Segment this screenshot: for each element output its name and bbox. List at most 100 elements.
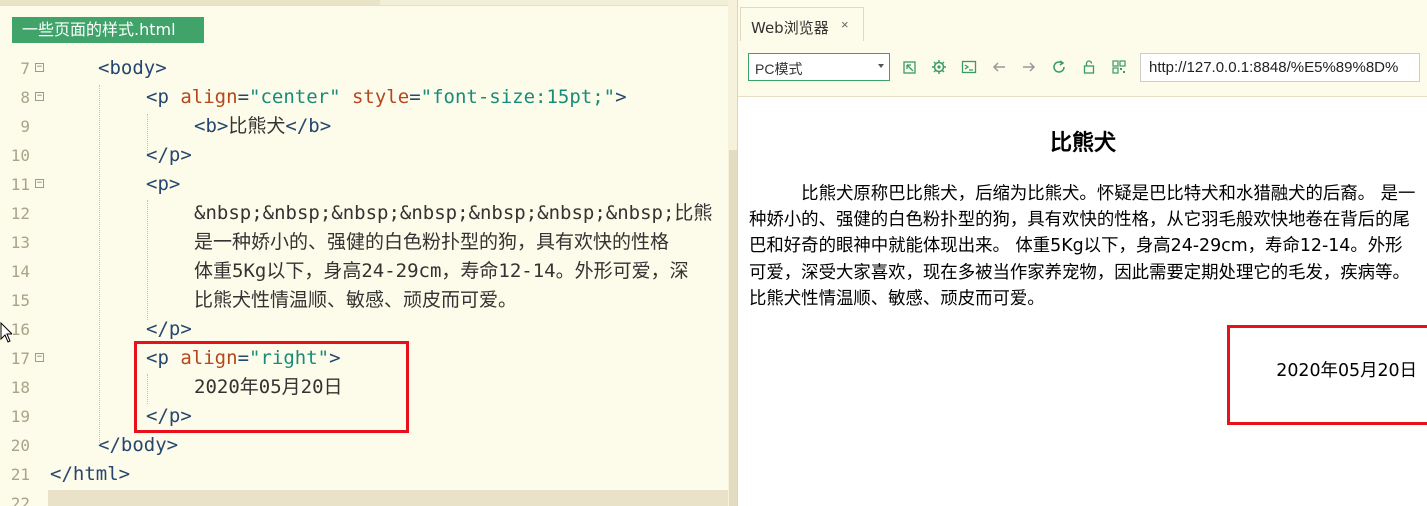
code-token: b — [308, 115, 320, 137]
line-number: 17 — [10, 349, 30, 368]
code-line[interactable]: 7− <body> — [0, 54, 730, 83]
code-editor[interactable]: 一些页面的样式.html 7− <body> 8− <p align="center"… — [0, 0, 737, 506]
code-line[interactable]: 21 </html> — [0, 460, 730, 489]
code-text: <body> — [98, 54, 167, 83]
code-line[interactable]: 20 </body> — [0, 431, 730, 460]
indent-guide — [99, 85, 100, 445]
url-input[interactable]: http://127.0.0.1:8848/%E5%89%8D% — [1140, 53, 1420, 82]
line-number: 22 — [10, 494, 30, 506]
code-token: > — [155, 57, 167, 79]
code-line[interactable]: 14 体重5Kg以下，身高24-29cm，寿命12-14。外形可爱，深 — [0, 257, 730, 286]
browser-tab-label: Web浏览器 — [751, 19, 829, 37]
line-number: 15 — [10, 291, 30, 310]
code-text: 是一种娇小的、强健的白色粉扑型的狗，具有欢快的性格 — [194, 228, 669, 257]
code-token: > — [166, 434, 179, 456]
code-text: </p> — [146, 315, 192, 344]
code-token: < — [194, 115, 206, 137]
web-browser-panel: Web浏览器 × PC模式 http://127.0.0.1:8848/%E5%… — [737, 0, 1427, 506]
code-token: html — [72, 463, 119, 485]
lock-icon[interactable] — [1081, 59, 1097, 75]
page-paragraph: 比熊犬原称巴比熊犬，后缩为比熊犬。怀疑是巴比特犬和水猎融犬的后裔。 是一种娇小的… — [749, 184, 1416, 309]
code-line[interactable]: 10 </p> — [0, 141, 730, 170]
code-token: p — [168, 144, 181, 166]
forward-icon[interactable] — [1021, 59, 1037, 75]
code-text: <b>比熊犬</b> — [194, 112, 331, 141]
editor-top-strip — [0, 0, 737, 6]
code-line[interactable]: 16 </p> — [0, 315, 730, 344]
console-icon[interactable] — [961, 59, 977, 75]
code-token: </ — [146, 318, 169, 340]
code-text: 体重5Kg以下，身高24-29cm，寿命12-14。外形可爱，深 — [194, 257, 689, 286]
fold-toggle-icon[interactable]: − — [35, 353, 44, 362]
code-token: </ — [50, 463, 73, 485]
code-token: > — [615, 86, 627, 108]
code-token: "center" — [249, 86, 341, 108]
indent-guide — [147, 200, 148, 320]
code-token: </ — [285, 115, 309, 137]
code-token: 是一种娇小的、强健的白色粉扑型的狗，具有欢快的性格 — [194, 231, 670, 253]
code-token: align — [180, 86, 238, 108]
code-token: < — [146, 86, 158, 108]
mode-select[interactable]: PC模式 — [748, 53, 890, 81]
code-line[interactable]: 13 是一种娇小的、强健的白色粉扑型的狗，具有欢快的性格 — [0, 228, 730, 257]
line-number: 14 — [10, 262, 30, 281]
code-line[interactable]: 9 <b>比熊犬</b> — [0, 112, 730, 141]
vertical-scrollbar-thumb[interactable] — [729, 150, 737, 506]
code-token: < — [98, 57, 110, 79]
code-text: <p align="center" style="font-size:15pt;… — [146, 83, 627, 112]
code-line[interactable]: 12 &nbsp;&nbsp;&nbsp;&nbsp;&nbsp;&nbsp;&n… — [0, 199, 730, 228]
code-line[interactable]: 15 比熊犬性情温顺、敏感、顽皮而可爱。 — [0, 286, 730, 315]
fold-toggle-icon[interactable]: − — [35, 179, 44, 188]
back-icon[interactable] — [991, 59, 1007, 75]
code-token: > — [180, 318, 192, 340]
code-line[interactable]: 8− <p align="center" style="font-size:15p… — [0, 83, 730, 112]
code-token: > — [319, 115, 332, 137]
code-token: 体重5Kg以下，身高24-29cm，寿命12-14。外形可爱，深 — [194, 260, 689, 282]
code-text: </body> — [98, 431, 178, 460]
line-number: 18 — [10, 378, 30, 397]
code-token: "font-size:15pt;" — [420, 86, 616, 108]
file-tab[interactable]: 一些页面的样式.html — [12, 17, 204, 43]
code-line[interactable]: 11− <p> — [0, 170, 730, 199]
line-number: 9 — [20, 117, 30, 136]
fold-toggle-icon[interactable]: − — [35, 63, 44, 72]
page-title: 比熊犬 — [1049, 131, 1116, 156]
code-token: 比熊犬 — [228, 115, 286, 137]
highlight-box-code — [134, 341, 409, 433]
highlight-box-preview — [1227, 325, 1427, 425]
line-number: 12 — [10, 204, 30, 223]
line-number: 21 — [10, 465, 30, 484]
code-token: > — [168, 173, 181, 195]
code-token: b — [205, 115, 217, 137]
code-token: p — [157, 173, 169, 195]
code-token: > — [118, 463, 131, 485]
code-token: > — [216, 115, 229, 137]
line-number: 19 — [10, 407, 30, 426]
code-token: style — [351, 86, 410, 108]
open-external-icon[interactable] — [902, 59, 918, 75]
fold-toggle-icon[interactable]: − — [35, 92, 44, 101]
settings-icon[interactable] — [931, 59, 947, 75]
code-token: body — [120, 434, 167, 456]
horizontal-scrollbar[interactable] — [48, 490, 728, 506]
code-token: body — [109, 57, 156, 79]
code-token: < — [146, 173, 158, 195]
code-token: </ — [146, 144, 169, 166]
chevron-down-icon — [878, 64, 884, 68]
code-token: &nbsp;&nbsp;&nbsp;&nbsp;&nbsp;&nbsp;&nbs… — [194, 202, 713, 224]
code-text: &nbsp;&nbsp;&nbsp;&nbsp;&nbsp;&nbsp;&nbs… — [194, 199, 712, 228]
code-token: = — [237, 86, 250, 108]
indent-guide — [147, 114, 148, 154]
browser-tab[interactable]: Web浏览器 × — [740, 7, 864, 41]
line-number: 7 — [20, 59, 30, 78]
qr-code-icon[interactable] — [1111, 59, 1127, 75]
code-token: p — [157, 86, 169, 108]
close-icon[interactable]: × — [841, 17, 849, 32]
code-text: 比熊犬性情温顺、敏感、顽皮而可爱。 — [194, 286, 517, 315]
mouse-cursor-icon — [0, 322, 12, 343]
code-text: </html> — [50, 460, 130, 489]
refresh-icon[interactable] — [1051, 59, 1067, 75]
rendered-page: 比熊犬 比熊犬原称巴比熊犬，后缩为比熊犬。怀疑是巴比特犬和水猎融犬的后裔。 是一… — [738, 97, 1427, 506]
